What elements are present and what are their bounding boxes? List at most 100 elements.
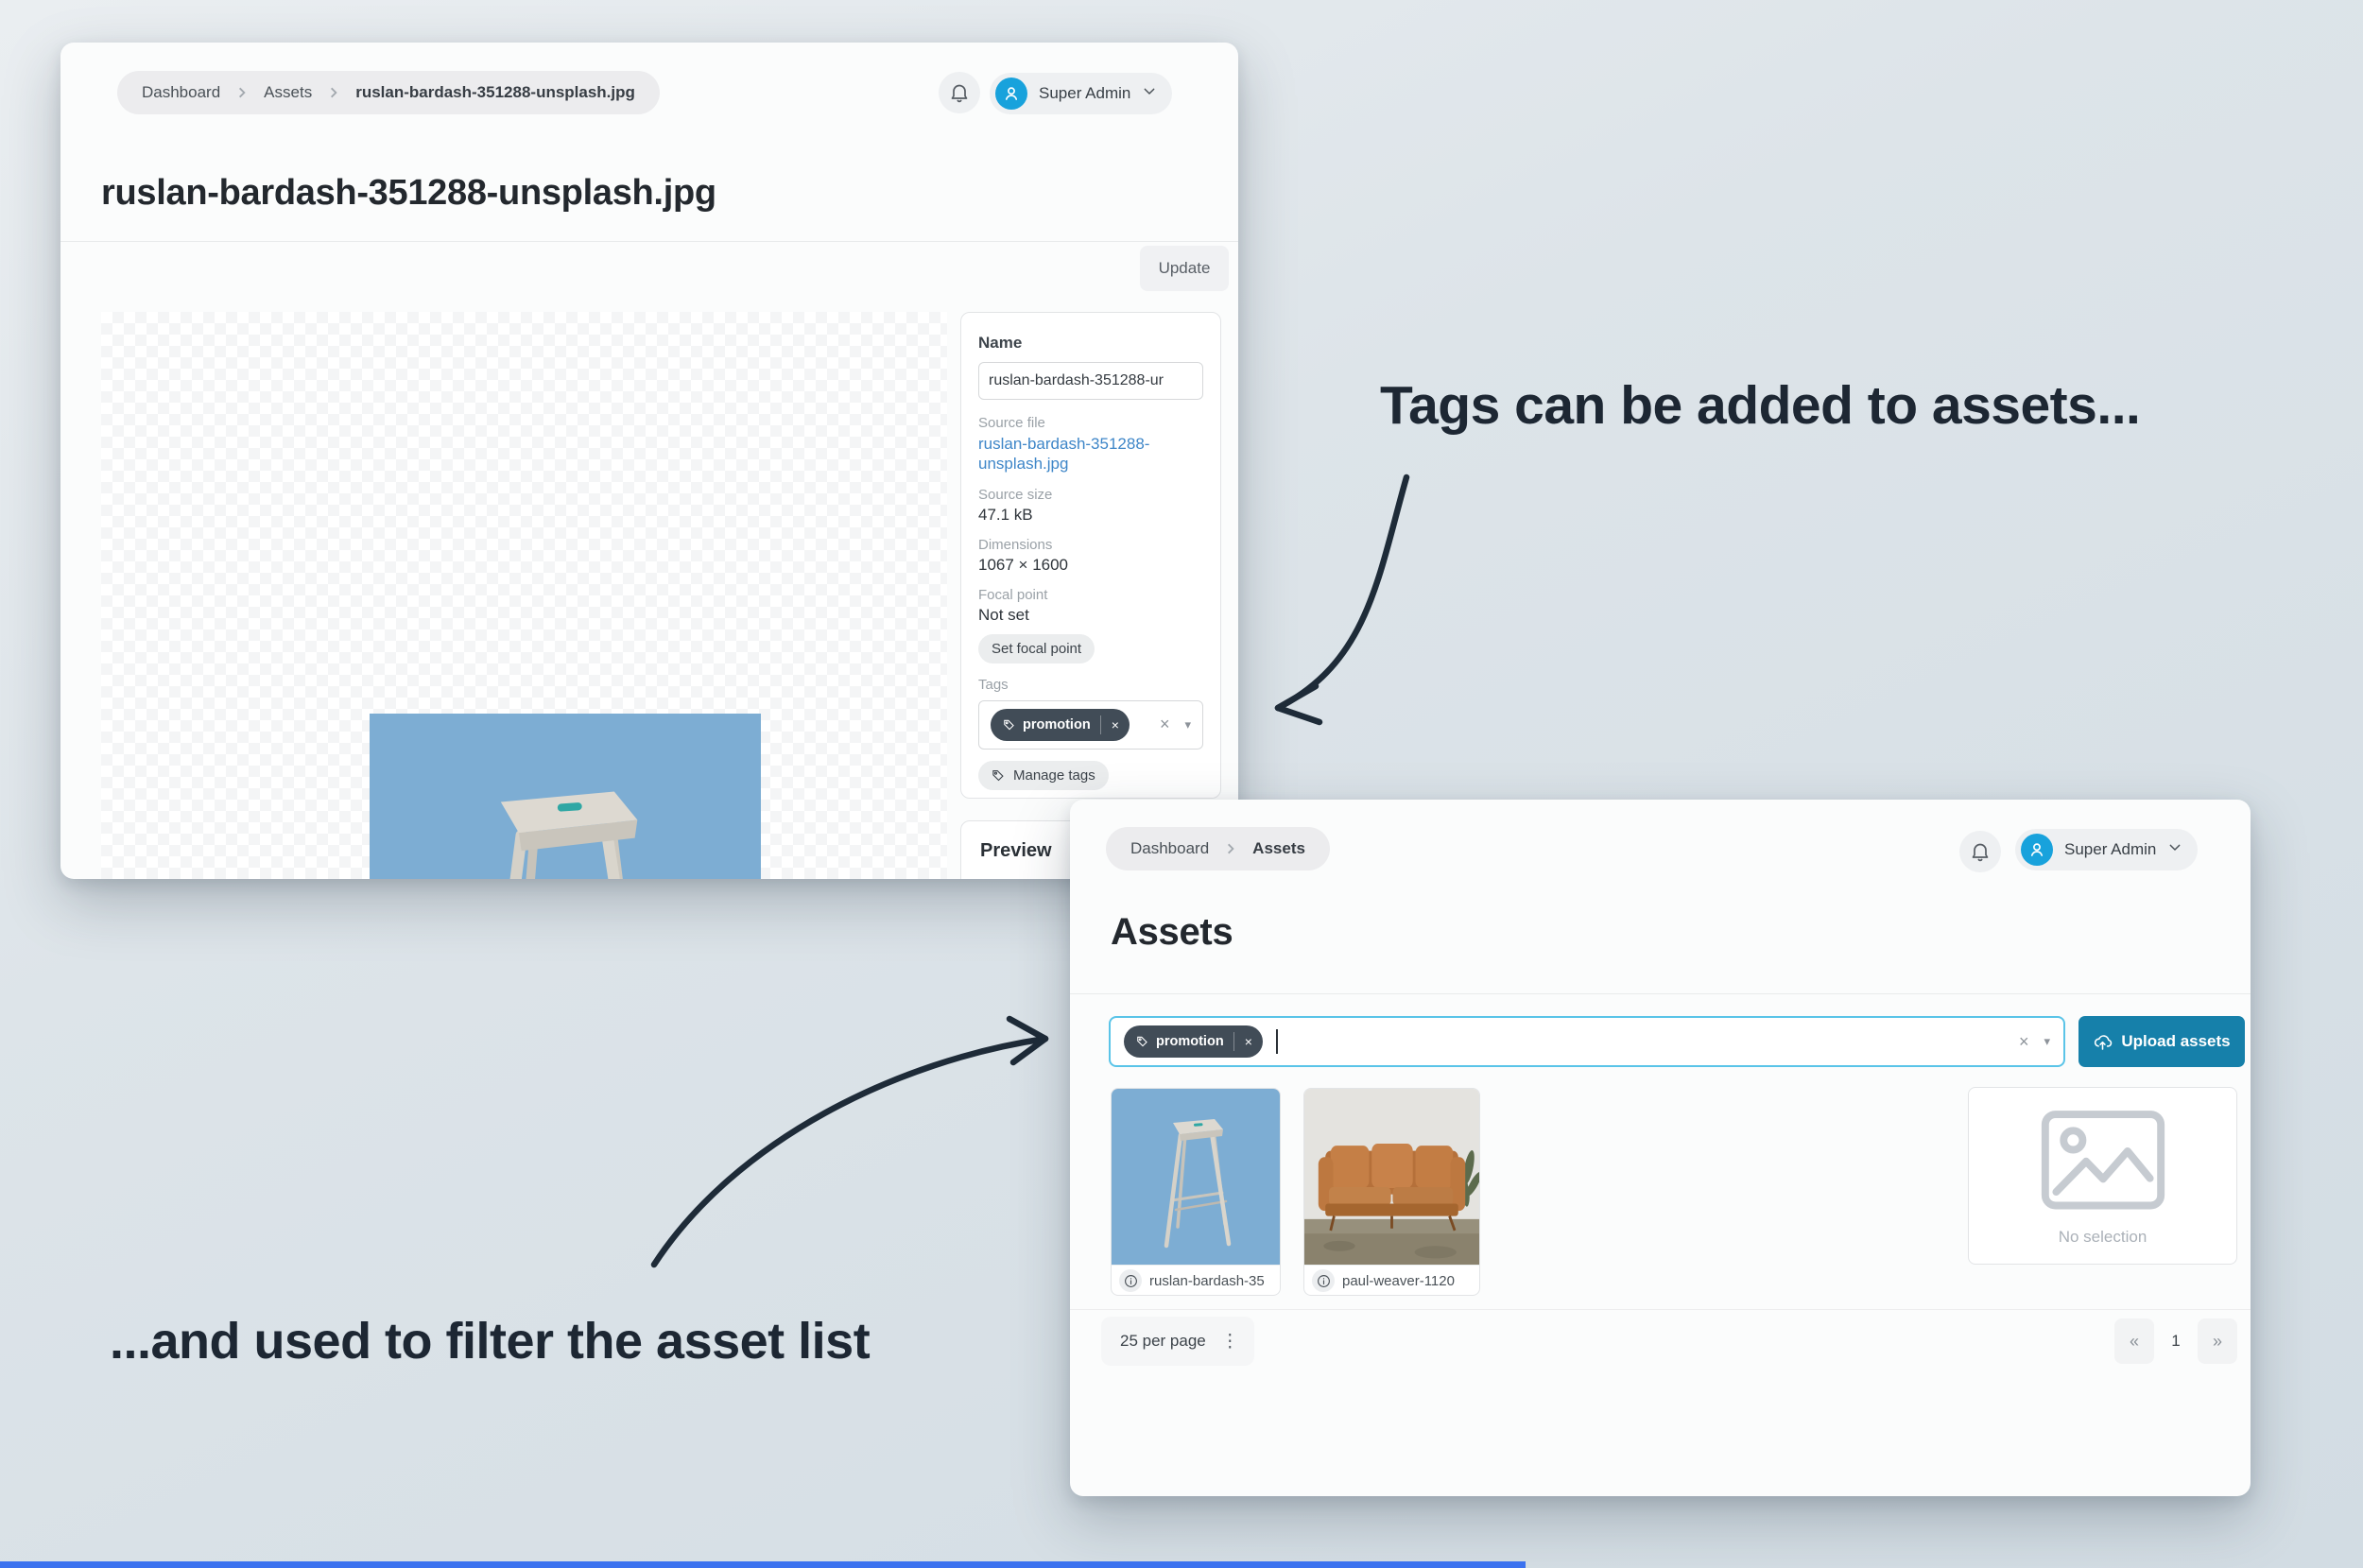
video-progress-bar xyxy=(0,1561,1526,1568)
user-name: Super Admin xyxy=(2064,840,2157,858)
focal-point-label: Focal point xyxy=(978,586,1048,603)
annotation-filter-note: ...and used to filter the asset list xyxy=(110,1313,871,1370)
filter-dropdown-caret-icon[interactable]: ▾ xyxy=(2044,1034,2050,1049)
filter-chip-label: promotion xyxy=(1156,1034,1224,1049)
page-title: ruslan-bardash-351288-unsplash.jpg xyxy=(101,173,716,213)
pagination: « 1 » xyxy=(2114,1318,2237,1364)
avatar xyxy=(2021,834,2053,866)
arrow-to-tags-field xyxy=(1274,474,1410,712)
manage-tags-label: Manage tags xyxy=(1013,767,1095,784)
no-selection-panel: No selection xyxy=(1968,1087,2237,1265)
source-file-link-line1: ruslan-bardash-351288- xyxy=(978,435,1150,453)
stool-illustration xyxy=(1164,1119,1232,1249)
asset-filename: paul-weaver-1120 xyxy=(1342,1272,1455,1289)
breadcrumb-item-current: ruslan-bardash-351288-unsplash.jpg xyxy=(355,83,635,101)
source-size-label: Source size xyxy=(978,486,1053,503)
current-page-number: 1 xyxy=(2171,1332,2181,1350)
clear-tags-icon[interactable]: × xyxy=(1160,715,1170,734)
focal-point-value: Not set xyxy=(978,605,1029,624)
asset-thumbnail-sofa xyxy=(1304,1089,1479,1265)
person-icon xyxy=(1005,87,1018,100)
chevron-right-icon xyxy=(1224,842,1237,855)
asset-info-button[interactable] xyxy=(1312,1269,1335,1292)
arrowhead-right xyxy=(1006,1015,1049,1066)
arrowhead-left xyxy=(1274,682,1323,726)
next-page-button[interactable]: » xyxy=(2198,1318,2237,1364)
avatar xyxy=(995,78,1027,110)
tag-icon xyxy=(1137,1036,1147,1047)
name-label: Name xyxy=(978,334,1023,352)
info-icon xyxy=(1317,1274,1330,1287)
tag-chip-promotion: promotion × xyxy=(991,708,1130,741)
asset-fields-panel: Name Source file ruslan-bardash-351288- … xyxy=(960,312,1221,799)
chevron-right-icon xyxy=(327,86,340,99)
source-file-link[interactable]: ruslan-bardash-351288- unsplash.jpg xyxy=(978,434,1203,474)
source-file-link-line2: unsplash.jpg xyxy=(978,455,1069,474)
tag-chip-label: promotion xyxy=(1023,716,1091,732)
per-page-label: 25 per page xyxy=(1120,1332,1206,1350)
dimensions-label: Dimensions xyxy=(978,536,1053,553)
user-name: Super Admin xyxy=(1039,84,1131,102)
asset-card-sofa[interactable]: paul-weaver-1120 xyxy=(1303,1088,1480,1296)
prev-page-button[interactable]: « xyxy=(2114,1318,2154,1364)
image-placeholder-icon xyxy=(2032,1105,2174,1216)
header-divider xyxy=(60,241,1238,242)
tags-label: Tags xyxy=(978,676,1009,693)
asset-list-window: Dashboard Assets Super Admin Assets prom… xyxy=(1070,800,2251,1496)
tags-dropdown-caret-icon[interactable]: ▾ xyxy=(1184,717,1191,732)
stool-illustration xyxy=(500,791,638,879)
source-file-label: Source file xyxy=(978,415,1045,431)
dimensions-value: 1067 × 1600 xyxy=(978,555,1069,574)
remove-filter-tag-icon[interactable]: × xyxy=(1234,1025,1263,1058)
kebab-menu-icon[interactable]: ⋮ xyxy=(1221,1331,1239,1353)
name-field[interactable] xyxy=(978,362,1203,400)
page-title: Assets xyxy=(1111,911,1233,953)
asset-image-stool xyxy=(370,714,761,879)
image-preview-area xyxy=(101,312,947,879)
set-focal-point-label: Set focal point xyxy=(992,640,1082,657)
clear-filter-icon[interactable]: × xyxy=(2019,1032,2029,1052)
breadcrumb: Dashboard Assets xyxy=(1106,827,1330,870)
person-icon xyxy=(2030,843,2044,856)
asset-info-button[interactable] xyxy=(1119,1269,1142,1292)
footer-divider xyxy=(1070,1309,2251,1310)
breadcrumb-item-assets[interactable]: Assets xyxy=(264,83,312,102)
breadcrumb-item-dashboard[interactable]: Dashboard xyxy=(142,83,220,102)
asset-filename: ruslan-bardash-35 xyxy=(1149,1272,1265,1289)
chevron-down-icon xyxy=(2167,840,2182,860)
set-focal-point-button[interactable]: Set focal point xyxy=(978,633,1095,663)
sofa-illustration xyxy=(1304,1089,1479,1265)
user-menu[interactable]: Super Admin xyxy=(2015,829,2199,870)
header-divider xyxy=(1070,993,2251,994)
filter-chip-promotion: promotion × xyxy=(1124,1025,1263,1058)
info-icon xyxy=(1124,1274,1137,1287)
asset-card-stool[interactable]: ruslan-bardash-35 xyxy=(1111,1088,1281,1296)
breadcrumb: Dashboard Assets ruslan-bardash-351288-u… xyxy=(117,71,660,114)
notifications-button[interactable] xyxy=(939,72,980,113)
update-button[interactable]: Update xyxy=(1140,246,1229,291)
cloud-upload-icon xyxy=(2095,1034,2113,1050)
tags-input[interactable]: promotion × × ▾ xyxy=(978,699,1203,750)
upload-assets-button[interactable]: Upload assets xyxy=(2078,1016,2245,1067)
user-menu[interactable]: Super Admin xyxy=(990,73,1173,114)
tag-filter-input[interactable]: promotion × × ▾ xyxy=(1109,1016,2065,1067)
annotation-tags-note: Tags can be added to assets... xyxy=(1380,375,2141,436)
source-size-value: 47.1 kB xyxy=(978,505,1033,524)
asset-thumbnail-stool xyxy=(1112,1089,1280,1265)
arrow-to-filter-input xyxy=(650,1035,1049,1268)
chevron-down-icon xyxy=(1142,84,1157,104)
manage-tags-button[interactable]: Manage tags xyxy=(978,760,1109,790)
breadcrumb-item-dashboard[interactable]: Dashboard xyxy=(1130,839,1209,858)
asset-detail-window: Dashboard Assets ruslan-bardash-351288-u… xyxy=(60,43,1238,879)
tag-icon xyxy=(1004,719,1014,730)
upload-assets-label: Upload assets xyxy=(2121,1032,2231,1050)
bell-icon xyxy=(1972,843,1989,862)
text-cursor xyxy=(1275,1029,1278,1054)
breadcrumb-item-current: Assets xyxy=(1252,839,1305,857)
tag-icon xyxy=(992,769,1004,781)
notifications-button[interactable] xyxy=(1959,831,2001,872)
remove-tag-icon[interactable]: × xyxy=(1101,709,1130,741)
per-page-selector[interactable]: 25 per page ⋮ xyxy=(1101,1317,1254,1366)
chevron-right-icon xyxy=(235,86,249,99)
no-selection-label: No selection xyxy=(2058,1228,2147,1246)
